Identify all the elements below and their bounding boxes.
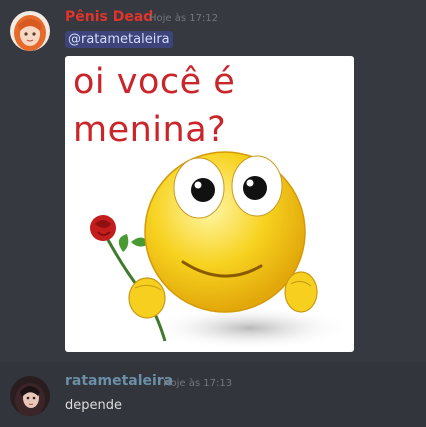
author-name[interactable]: ratametaleira xyxy=(65,373,173,389)
author-name[interactable]: Pênis Dead xyxy=(65,9,153,25)
message-content: depende xyxy=(65,398,122,413)
orange-haired-anime-avatar-icon xyxy=(10,11,50,51)
author-avatar[interactable] xyxy=(10,11,50,51)
user-mention[interactable]: @ratametaleira xyxy=(65,31,173,48)
author-avatar[interactable] xyxy=(10,376,50,416)
message-1: Pênis Dead Hoje às 17:12 @ratametaleira … xyxy=(0,0,426,355)
message-timestamp: Hoje às 17:12 xyxy=(149,13,219,24)
image-attachment[interactable]: oi você é menina? xyxy=(65,56,354,352)
dark-haired-avatar-icon xyxy=(10,376,50,416)
message-2 xyxy=(0,362,426,427)
smiley-holding-rose-icon xyxy=(90,151,350,350)
message-timestamp: Hoje às 17:13 xyxy=(163,378,233,389)
